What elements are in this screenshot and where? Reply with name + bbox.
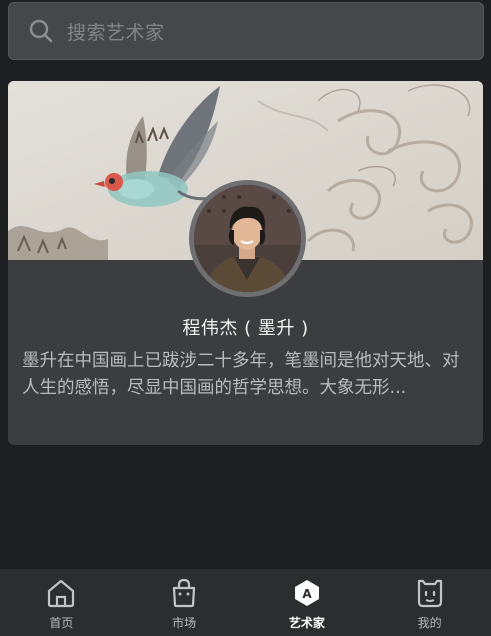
tab-profile[interactable]: 我的: [368, 569, 491, 636]
search-field[interactable]: 搜索艺术家: [8, 2, 484, 60]
search-bar[interactable]: 搜索艺术家: [8, 2, 484, 60]
avatar[interactable]: [189, 180, 306, 297]
artist-hexagon-icon: A: [294, 580, 319, 606]
bio-ellipsis: ...: [389, 378, 407, 398]
artist-bio: 墨升在中国画上已跋涉二十多年，笔墨间是他对天地、对人生的感悟，尽显中国画的哲学思…: [22, 348, 474, 402]
search-input[interactable]: 搜索艺术家: [67, 18, 165, 45]
artist-name: 程伟杰 ( 墨升 ): [182, 318, 309, 339]
bottom-tab-bar: 首页 市场 A 艺术家 我的: [0, 569, 491, 636]
tab-label-profile: 我的: [417, 616, 442, 630]
shopping-bag-icon: [173, 578, 196, 608]
artist-card[interactable]: 程伟杰 ( 墨升 ) 墨升在中国画上已跋涉二十多年，笔墨间是他对天地、对人生的感…: [8, 81, 483, 445]
tab-label-artist: 艺术家: [288, 616, 325, 630]
tab-market[interactable]: 市场: [123, 569, 246, 636]
artist-badge-letter: A: [302, 587, 312, 601]
home-icon: [48, 579, 75, 608]
tab-artist[interactable]: A 艺术家: [246, 569, 369, 636]
artist-avatar: [194, 185, 301, 292]
tab-home[interactable]: 首页: [0, 569, 123, 636]
tab-label-market: 市场: [172, 616, 197, 630]
tab-label-home: 首页: [49, 616, 74, 630]
search-icon: [29, 19, 53, 43]
profile-icon: [417, 579, 442, 608]
